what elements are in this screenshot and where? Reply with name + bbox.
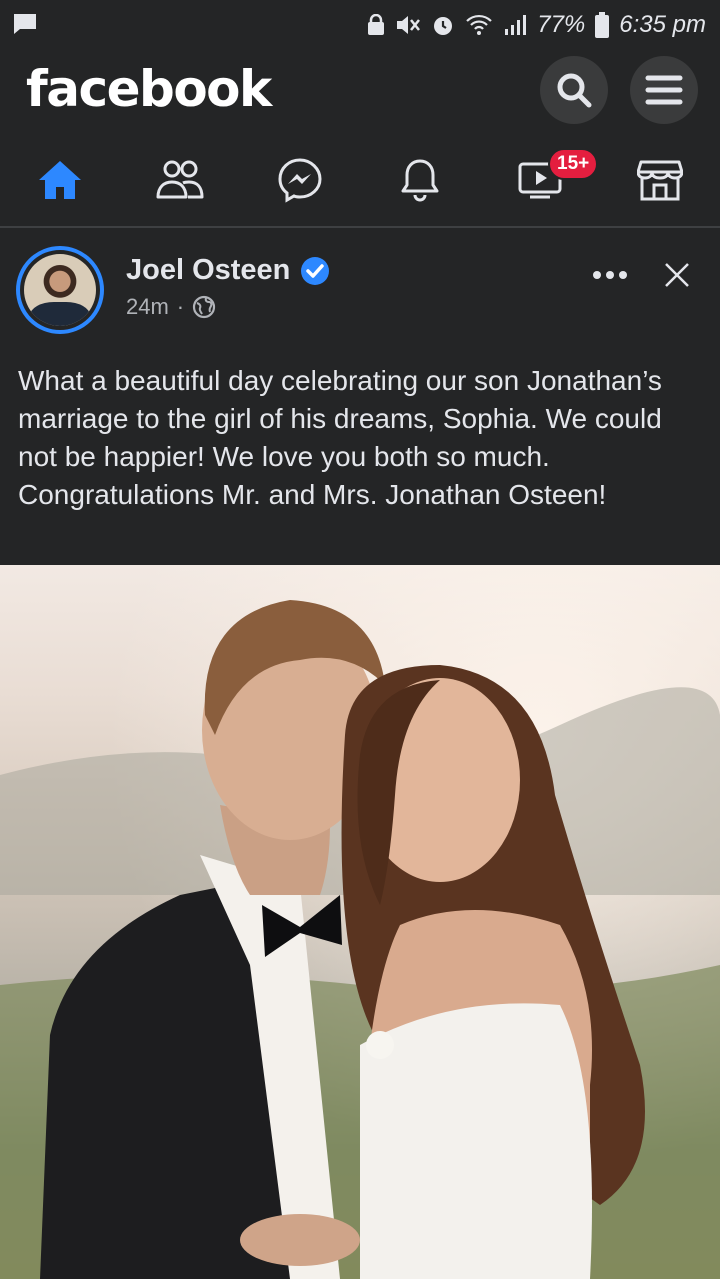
facebook-logo[interactable]: facebook [26, 60, 272, 118]
post-author[interactable]: Joel Osteen [126, 254, 330, 287]
alarm-icon [434, 17, 453, 35]
close-icon[interactable] [664, 262, 690, 288]
status-icons: 77% 6:35 pm [367, 10, 706, 40]
verified-badge-icon [301, 256, 330, 285]
marketplace-icon [637, 160, 683, 201]
author-avatar[interactable] [16, 246, 104, 334]
battery-icon [595, 12, 610, 38]
menu-button[interactable] [630, 56, 698, 124]
tab-notifications[interactable] [360, 134, 480, 226]
mute-icon [397, 16, 421, 34]
lock-icon [368, 14, 385, 35]
battery-percent: 77% [537, 11, 586, 38]
post-meta: 24m · [126, 294, 216, 320]
search-button[interactable] [540, 56, 608, 124]
status-bar: 77% 6:35 pm [0, 0, 720, 50]
tab-home[interactable] [0, 134, 120, 226]
post-time[interactable]: 24m [126, 294, 169, 320]
post-photo[interactable] [0, 565, 720, 1279]
friends-icon [156, 160, 204, 199]
tab-friends[interactable] [120, 134, 240, 226]
app-header: facebook [0, 50, 720, 134]
avatar [24, 254, 96, 326]
tab-marketplace[interactable] [600, 134, 720, 226]
bell-icon [401, 159, 439, 202]
clock: 6:35 pm [619, 11, 706, 38]
chat-notification-icon [12, 12, 38, 41]
wifi-icon [466, 14, 493, 35]
home-icon [39, 161, 81, 199]
more-options-icon[interactable] [592, 270, 628, 280]
signal-icon [505, 15, 527, 35]
tab-messenger[interactable] [240, 134, 360, 226]
author-name: Joel Osteen [126, 254, 291, 286]
hamburger-menu-icon [645, 75, 683, 105]
search-icon [557, 73, 592, 108]
watch-badge: 15+ [548, 148, 599, 180]
wedding-photo-illustration [0, 565, 720, 1279]
post-text: What a beautiful day celebrating our son… [18, 365, 662, 510]
post-actions [592, 262, 690, 288]
messenger-icon [278, 158, 322, 203]
tab-watch[interactable]: 15+ [480, 134, 600, 226]
post-header: Joel Osteen 24m · [0, 232, 720, 342]
meta-separator: · [176, 294, 185, 319]
globe-icon [193, 295, 216, 319]
nav-tabs: 15+ [0, 134, 720, 228]
